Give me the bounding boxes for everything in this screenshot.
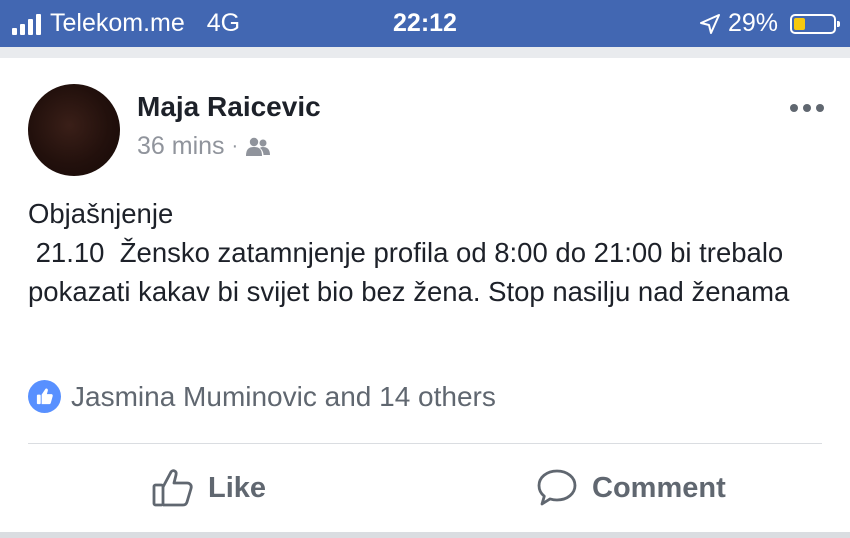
battery-icon [790,13,840,34]
like-icon [28,380,61,413]
post-card: Maja Raicevic 36 mins · Objašnjenje 21.1… [0,58,850,532]
battery-level [794,17,806,30]
comment-button[interactable]: Comment [536,468,726,508]
friends-icon [246,137,271,156]
post-time[interactable]: 36 mins [137,132,225,161]
reactions-summary[interactable]: Jasmina Muminovic and 14 others [28,380,496,413]
more-options-icon[interactable] [790,104,824,112]
status-right: 29% [699,9,840,38]
like-button[interactable]: Like [152,468,266,508]
post-author[interactable]: Maja Raicevic [137,91,321,123]
reactions-text: Jasmina Muminovic and 14 others [71,380,496,412]
next-card-edge [0,532,850,538]
meta-separator: · [231,135,239,157]
status-bar: Telekom.me 4G 22:12 29% [0,0,850,47]
avatar[interactable] [28,84,120,176]
location-arrow-icon [699,13,720,34]
comment-icon [537,469,577,506]
like-label: Like [208,471,267,504]
battery-percent: 29% [727,9,778,37]
thumbs-up-icon [152,469,193,507]
divider [28,443,822,444]
post-text: Objašnjenje 21.10 Žensko zatamnjenje pro… [28,198,790,307]
comment-label: Comment [592,471,726,504]
post-meta: 36 mins · [137,132,271,161]
